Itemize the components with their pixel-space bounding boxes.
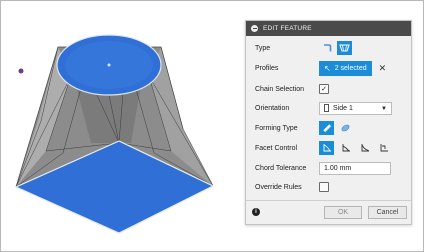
chain-selection-checkbox[interactable]: ✓ [319,84,329,94]
override-rules-label: Override Rules [255,183,302,191]
cursor-arrow-icon: ↖ [324,63,331,73]
facet-control-label: Facet Control [255,144,298,152]
press-brake-button[interactable] [319,121,334,135]
orientation-dropdown[interactable]: Side 1 ▼ [319,101,392,115]
panel-footer: i OK Cancel [252,204,407,220]
origin-marker-icon[interactable] [18,68,24,74]
side-orientation-icon [324,104,329,112]
chord-tolerance-button[interactable] [319,141,334,155]
loft-type-button[interactable] [337,41,352,55]
panel-title: EDIT FEATURE [263,25,312,32]
close-icon[interactable]: ✕ [379,63,387,74]
press-brake-icon [322,124,331,133]
transition-model[interactable] [1,1,241,251]
panel-header[interactable]: EDIT FEATURE [246,21,411,36]
facet-angle-icon [342,144,350,152]
die-formed-icon [341,124,350,132]
orientation-value: Side 1 [333,104,353,112]
type-label: Type [255,44,271,52]
orientation-label: Orientation [255,104,290,112]
forming-type-row: Forming Type [255,120,407,136]
forming-type-label: Forming Type [255,124,298,132]
profiles-row: Profiles ↖ 2 selected ✕ [255,60,407,76]
facet-angle-button[interactable] [338,141,353,155]
profiles-select-button[interactable]: ↖ 2 selected [319,60,372,76]
chain-selection-label: Chain Selection [255,85,305,93]
profiles-label: Profiles [255,64,279,72]
override-rules-checkbox[interactable] [319,182,329,192]
chevron-down-icon: ▼ [381,105,387,112]
bend-type-icon [323,44,331,52]
type-row: Type [255,40,407,56]
chord-tolerance-input[interactable]: 1.00 mm [319,161,391,175]
chord-tolerance-icon [323,144,331,152]
window-frame: EDIT FEATURE Type Profiles ↖ 2 selected … [0,0,424,252]
loft-type-icon [339,44,350,52]
cancel-button[interactable]: Cancel [368,205,407,219]
override-rules-row: Override Rules [255,179,407,195]
chain-selection-row: Chain Selection ✓ [255,81,407,97]
orientation-row: Orientation Side 1 ▼ [255,100,407,116]
top-profile-center-point [107,63,111,67]
model-viewport[interactable] [1,1,241,251]
die-formed-button[interactable] [338,121,353,135]
facet-distance-button[interactable] [357,141,372,155]
facet-distance-icon [361,144,369,152]
chord-tolerance-label: Chord Tolerance [255,164,307,172]
collapse-icon[interactable] [251,25,258,32]
profiles-selected-count: 2 selected [334,64,367,72]
facet-control-row: Facet Control [255,140,407,156]
bend-type-button[interactable] [319,41,334,55]
footer-divider [246,200,411,201]
info-icon[interactable]: i [252,208,260,216]
facet-count-icon [380,144,388,152]
chord-tolerance-row: Chord Tolerance 1.00 mm [255,160,407,176]
facet-count-button[interactable] [376,141,391,155]
edit-feature-panel: EDIT FEATURE Type Profiles ↖ 2 selected … [245,20,412,225]
ok-button[interactable]: OK [324,205,362,219]
